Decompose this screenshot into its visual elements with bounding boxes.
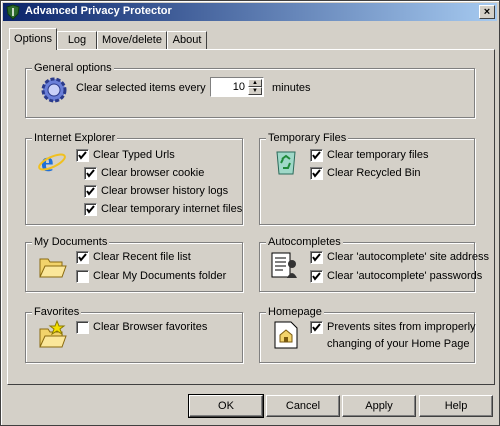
clear-interval-label: Clear selected items every [76,82,206,94]
checkbox-label-line1: Prevents sites from improperly [327,321,476,333]
interval-stepper[interactable]: 10 ▲ ▼ [210,77,264,97]
favorites-title: Favorites [32,306,82,318]
apply-button[interactable]: Apply [342,395,416,417]
app-window: Advanced Privacy Protector × Options Log… [0,0,500,426]
checkbox-label: Clear 'autocomplete' site address [327,251,489,263]
close-button[interactable]: × [479,5,495,19]
my-documents-title: My Documents [32,236,110,248]
check-icon[interactable] [310,251,323,264]
checkbox-label: Clear Browser favorites [93,321,208,333]
check-icon[interactable] [76,251,89,264]
help-button[interactable]: Help [419,395,493,417]
tab-log[interactable]: Log [57,31,97,49]
checkbox-label: Clear temporary internet files [101,203,243,215]
open-folder-icon [39,258,67,278]
title-bar[interactable]: Advanced Privacy Protector × [3,3,497,21]
internet-explorer-icon: e [38,147,66,176]
tab-about-label: About [172,34,202,46]
checkbox-label: Clear My Documents folder [93,270,227,282]
checkbox-empty[interactable] [76,270,89,283]
tab-log-label: Log [67,34,87,46]
checkbox-empty[interactable] [76,321,89,334]
check-icon[interactable] [76,149,89,162]
check-icon[interactable] [84,203,97,216]
checkbox-label: Clear Recent file list [93,251,191,263]
general-options-title: General options [32,62,114,74]
check-icon[interactable] [310,321,323,334]
favorites-folder-icon [39,320,67,348]
interval-unit-label: minutes [272,82,311,94]
checkbox-label: Clear browser history logs [101,185,229,197]
recycle-bin-icon [276,151,296,175]
gear-icon [41,77,67,103]
form-document-icon [271,252,297,278]
check-icon[interactable] [310,167,323,180]
check-icon[interactable] [84,185,97,198]
check-icon[interactable] [310,270,323,283]
window-title: Advanced Privacy Protector [25,5,172,17]
checkbox-label: Clear Recycled Bin [327,167,421,179]
check-icon[interactable] [310,149,323,162]
checkbox-label: Clear Typed Urls [93,149,175,161]
checkbox-label: Clear browser cookie [101,167,205,179]
tab-about[interactable]: About [167,31,207,49]
spin-down-icon[interactable]: ▼ [248,87,262,95]
internet-explorer-title: Internet Explorer [32,132,118,144]
checkbox-label: Clear temporary files [327,149,429,161]
cancel-button[interactable]: Cancel [266,395,340,417]
autocompletes-title: Autocompletes [266,236,343,248]
temporary-files-title: Temporary Files [266,132,349,144]
checkbox-label: Clear 'autocomplete' passwords [327,270,483,282]
tab-move-delete-label: Move/delete [102,34,162,46]
checkbox-label-line2: changing of your Home Page [327,338,470,350]
tab-options-label: Options [14,33,52,45]
homepage-title: Homepage [266,306,324,318]
check-icon[interactable] [84,167,97,180]
tab-options[interactable]: Options [9,28,57,50]
ok-button[interactable]: OK [188,394,264,418]
interval-value[interactable]: 10 [233,81,245,93]
tab-move-delete[interactable]: Move/delete [97,31,167,49]
home-page-icon [274,321,298,349]
app-shield-icon [6,4,20,20]
spin-up-icon[interactable]: ▲ [248,79,262,87]
